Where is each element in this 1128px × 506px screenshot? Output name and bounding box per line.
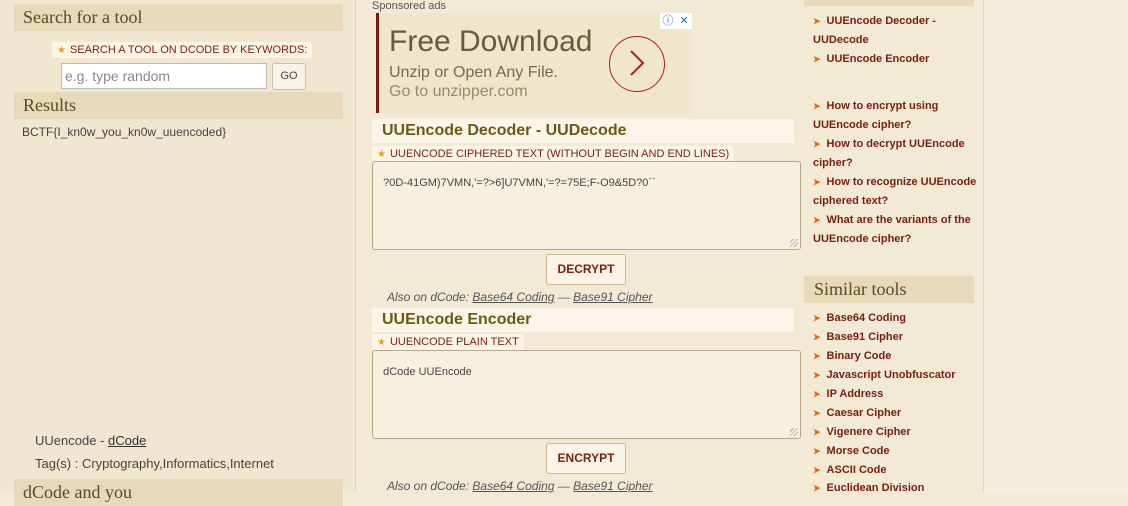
resize-handle[interactable] (790, 239, 798, 247)
base91-cipher-link[interactable]: Base91 Cipher (573, 479, 652, 493)
similar-tool-link[interactable]: ➤ IP Address (813, 385, 883, 404)
decoder-title: UUEncode Decoder - UUDecode (372, 119, 794, 143)
arrow-bullet-icon: ➤ (813, 313, 821, 323)
arrow-bullet-icon: ➤ (813, 101, 821, 111)
results-panel-title: Results (14, 92, 343, 119)
chevron-right-icon[interactable] (609, 36, 665, 92)
similar-tool-link[interactable]: ➤ Euclidean Division (813, 479, 924, 498)
tool-credit: UUencode - dCode (35, 433, 147, 448)
sidebar-link-variants[interactable]: ➤ What are the variants of the UUEncode c… (813, 211, 983, 249)
encoder-title: UUEncode Encoder (372, 308, 794, 332)
encrypt-button[interactable]: ENCRYPT (546, 443, 626, 474)
close-icon[interactable]: ✕ (676, 13, 692, 29)
arrow-bullet-icon: ➤ (813, 139, 821, 149)
sidebar-link-how-recognize[interactable]: ➤ How to recognize UUEncode ciphered text… (813, 173, 983, 211)
keywords-label: ★ SEARCH A TOOL ON DCODE BY KEYWORDS: (52, 42, 313, 58)
go-button[interactable]: GO (272, 63, 306, 90)
dcode-link[interactable]: dCode (108, 433, 146, 448)
ad-title[interactable]: Free Download (389, 25, 592, 59)
star-icon: ★ (57, 45, 66, 56)
ad-subtitle: Unzip or Open Any File. (389, 64, 558, 81)
ad-url[interactable]: Go to unzipper.com (389, 83, 528, 101)
search-panel-title: Search for a tool (14, 4, 343, 31)
arrow-bullet-icon: ➤ (813, 446, 821, 456)
sponsored-label: Sponsored ads (372, 0, 446, 12)
dcode-and-you-title: dCode and you (14, 479, 343, 506)
decoder-field-label: ★ UUENCODE CIPHERED TEXT (WITHOUT BEGIN A… (372, 146, 735, 162)
sidebar-link-encoder[interactable]: ➤ UUEncode Encoder (813, 50, 983, 69)
arrow-bullet-icon: ➤ (813, 351, 821, 361)
similar-tool-link[interactable]: ➤ Base91 Cipher (813, 328, 903, 347)
similar-tool-link[interactable]: ➤ Caesar Cipher (813, 404, 901, 423)
similar-tools-title: Similar tools (804, 276, 974, 303)
plaintext-input[interactable]: dCode UUEncode (372, 350, 801, 439)
similar-tool-link[interactable]: ➤ Base64 Coding (813, 309, 906, 328)
similar-tool-link[interactable]: ➤ ASCII Code (813, 461, 886, 480)
star-icon: ★ (377, 337, 386, 348)
arrow-bullet-icon: ➤ (813, 465, 821, 475)
sidebar-link-decoder[interactable]: ➤ UUEncode Decoder - UUDecode (813, 12, 983, 50)
similar-tool-link[interactable]: ➤ Binary Code (813, 347, 891, 366)
base64-coding-link[interactable]: Base64 Coding (472, 479, 554, 493)
similar-tool-link[interactable]: ➤ Javascript Unobfuscator (813, 366, 956, 385)
arrow-bullet-icon: ➤ (813, 370, 821, 380)
tags-line: Tag(s) : Cryptography,Informatics,Intern… (35, 456, 274, 471)
base64-coding-link[interactable]: Base64 Coding (472, 290, 554, 304)
arrow-bullet-icon: ➤ (813, 427, 821, 437)
arrow-bullet-icon: ➤ (813, 408, 821, 418)
arrow-bullet-icon: ➤ (813, 54, 821, 64)
right-margin (983, 0, 1128, 492)
decoder-also-on: Also on dCode: Base64 Coding — Base91 Ci… (387, 290, 653, 304)
sidebar-link-how-decrypt[interactable]: ➤ How to decrypt UUEncode cipher? (813, 135, 983, 173)
ad-banner[interactable]: Free Download Unzip or Open Any File. Go… (376, 13, 692, 113)
encoder-field-label: ★ UUENCODE PLAIN TEXT (372, 334, 524, 350)
arrow-bullet-icon: ➤ (813, 16, 821, 26)
ciphertext-input[interactable]: ?0D-41GM)7VMN,'=?>6]U7VMN,'=?=75E;F-O9&5… (372, 161, 801, 250)
decrypt-button[interactable]: DECRYPT (546, 254, 626, 285)
arrow-bullet-icon: ➤ (813, 215, 821, 225)
ad-controls: ⓘ ✕ (660, 13, 692, 29)
encoder-also-on: Also on dCode: Base64 Coding — Base91 Ci… (387, 479, 653, 493)
info-icon[interactable]: ⓘ (660, 13, 676, 29)
arrow-bullet-icon: ➤ (813, 389, 821, 399)
sidebar-link-how-encrypt[interactable]: ➤ How to encrypt using UUEncode cipher? (813, 97, 983, 135)
star-icon: ★ (377, 149, 386, 160)
arrow-bullet-icon: ➤ (813, 177, 821, 187)
arrow-bullet-icon: ➤ (813, 332, 821, 342)
resize-handle[interactable] (790, 428, 798, 436)
left-sidebar: Search for a tool ★ SEARCH A TOOL ON DCOD… (0, 0, 356, 506)
similar-tool-link[interactable]: ➤ Vigenere Cipher (813, 423, 911, 442)
result-value: BCTF{I_kn0w_you_kn0w_uuencoded} (22, 125, 227, 139)
similar-tool-link[interactable]: ➤ Morse Code (813, 442, 890, 461)
base91-cipher-link[interactable]: Base91 Cipher (573, 290, 652, 304)
summary-panel-header (804, 0, 974, 6)
search-input[interactable] (61, 63, 267, 89)
